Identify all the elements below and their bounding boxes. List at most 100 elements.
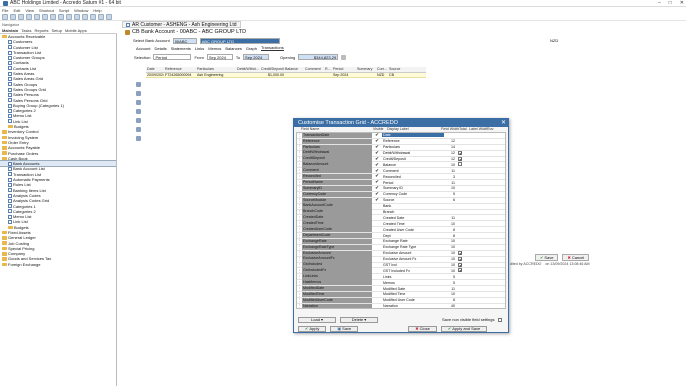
toolbar-icon[interactable]: [90, 13, 96, 20]
field-width[interactable]: 11: [444, 181, 456, 185]
save-layout-button[interactable]: ▣ Save: [330, 325, 359, 332]
field-width[interactable]: 10: [444, 292, 456, 296]
field-width[interactable]: 10: [444, 269, 456, 273]
side-tool-icon[interactable]: [136, 118, 141, 123]
field-width[interactable]: 8: [444, 298, 456, 302]
display-label[interactable]: GST Incl: [382, 263, 444, 267]
menu-help[interactable]: Help: [93, 8, 101, 13]
display-label[interactable]: Modified Date: [382, 287, 444, 291]
toolbar-icon[interactable]: [66, 13, 72, 20]
display-label[interactable]: Bank: [382, 204, 444, 208]
field-width[interactable]: 10: [444, 239, 456, 243]
tab-maintain[interactable]: Maintain: [2, 28, 18, 33]
label-width[interactable]: [464, 239, 478, 244]
dialog-close-button[interactable]: ✕: [501, 119, 506, 126]
field-width[interactable]: 10: [444, 163, 456, 167]
subtab-graph[interactable]: Graph: [246, 46, 257, 51]
field-width[interactable]: 12: [444, 151, 456, 155]
side-tool-icon[interactable]: [136, 100, 141, 105]
toolbar-icon[interactable]: [42, 13, 48, 20]
field-width[interactable]: 10: [444, 222, 456, 226]
menu-edit[interactable]: Edit: [13, 8, 20, 13]
label-width[interactable]: [464, 180, 478, 185]
toolbar-icon[interactable]: [18, 13, 24, 20]
display-label[interactable]: Exchange Rate: [382, 239, 444, 243]
display-label[interactable]: Summary ID: [382, 186, 444, 190]
field-width[interactable]: 5: [444, 192, 456, 196]
grid-column-header[interactable]: Reference: [164, 67, 196, 72]
visible-checkbox[interactable]: ✔: [372, 191, 382, 197]
label-width[interactable]: [464, 298, 478, 303]
refresh-icon[interactable]: [341, 54, 347, 60]
menu-file[interactable]: File: [2, 8, 8, 13]
total-checkbox[interactable]: ✔: [456, 256, 464, 262]
field-width[interactable]: 10: [444, 257, 456, 261]
to-input[interactable]: Sep 2024: [243, 54, 270, 60]
display-label[interactable]: Created Date: [382, 216, 444, 220]
field-width[interactable]: 5: [444, 281, 456, 285]
grid-column-header[interactable]: Credit/Deposit: [260, 67, 284, 72]
label-width[interactable]: [464, 227, 478, 232]
tab-cb-bank-account[interactable]: CB Bank Account - 00ABC - ABC GROUP LTD: [125, 28, 565, 36]
apply-button[interactable]: ✔ Apply: [298, 325, 327, 332]
label-width[interactable]: [464, 145, 478, 150]
toolbar-icon[interactable]: [34, 13, 40, 20]
total-checkbox[interactable]: ✔: [456, 250, 464, 256]
display-label[interactable]: Debit/Withdrawal: [382, 151, 444, 155]
tab-reports[interactable]: Reports: [34, 28, 48, 33]
label-width[interactable]: [464, 215, 478, 220]
display-label[interactable]: Created User Code: [382, 228, 444, 232]
field-width[interactable]: 10: [444, 186, 456, 190]
subtab-statements[interactable]: Statements: [171, 46, 191, 51]
subtab-links[interactable]: Links: [195, 46, 204, 51]
display-label[interactable]: Dept: [382, 234, 444, 238]
side-tool-icon[interactable]: [136, 109, 141, 114]
save-nonvisible-checkbox[interactable]: [498, 317, 503, 322]
field-width[interactable]: 11: [444, 169, 456, 173]
display-label[interactable]: GST Included Fx: [382, 269, 444, 273]
total-checkbox[interactable]: ✔: [456, 262, 464, 268]
total-checkbox[interactable]: ✔: [456, 268, 464, 273]
field-width[interactable]: 11: [444, 216, 456, 220]
label-width[interactable]: [464, 274, 478, 279]
display-label[interactable]: Date: [382, 133, 444, 138]
tab-mobile-apps[interactable]: Mobile Apps: [65, 28, 87, 33]
field-width[interactable]: 14: [444, 145, 456, 149]
field-width[interactable]: 10: [444, 251, 456, 255]
menu-view[interactable]: View: [25, 8, 34, 13]
label-width[interactable]: [464, 210, 478, 215]
tab-ar-customer[interactable]: AR Customer - ASHENG - Ash Engineering L…: [122, 21, 241, 28]
side-tool-icon[interactable]: [136, 136, 141, 141]
close-button[interactable]: ✖ Close: [408, 325, 437, 332]
label-width[interactable]: [464, 221, 478, 226]
toolbar-icon[interactable]: [2, 13, 8, 20]
toolbar-icon[interactable]: [74, 13, 80, 20]
label-width[interactable]: [464, 151, 478, 156]
display-label[interactable]: Memos: [382, 281, 444, 285]
label-width[interactable]: [464, 204, 478, 209]
toolbar-icon[interactable]: [50, 13, 56, 20]
tab-setup[interactable]: Setup: [51, 28, 61, 33]
display-label[interactable]: Source: [382, 198, 444, 202]
minimize-button[interactable]: –: [658, 0, 661, 6]
side-tool-icon[interactable]: [136, 91, 141, 96]
side-tool-icon[interactable]: [136, 82, 141, 87]
field-width[interactable]: 11: [444, 287, 456, 291]
close-window-button[interactable]: ✕: [680, 0, 684, 6]
field-width[interactable]: 5: [444, 275, 456, 279]
label-width[interactable]: [464, 133, 478, 138]
label-width[interactable]: [464, 174, 478, 179]
grid-column-header[interactable]: Period: [332, 67, 356, 72]
grid-column-header[interactable]: Date: [146, 67, 164, 72]
nav-item[interactable]: Foreign Exchange: [0, 262, 116, 267]
total-checkbox[interactable]: [456, 162, 464, 167]
grid-column-header[interactable]: Debit/Withd...: [236, 67, 260, 72]
display-label[interactable]: Credit/Deposit: [382, 157, 444, 161]
display-label[interactable]: Balance: [382, 163, 444, 167]
apply-and-save-button[interactable]: ✔ Apply and Save: [440, 325, 488, 332]
toolbar-icon[interactable]: [82, 13, 88, 20]
label-width[interactable]: [464, 251, 478, 256]
label-width[interactable]: [464, 192, 478, 197]
field-row[interactable]: ⋮ Narration Narration 40: [297, 303, 505, 308]
display-label[interactable]: Links: [382, 275, 444, 279]
